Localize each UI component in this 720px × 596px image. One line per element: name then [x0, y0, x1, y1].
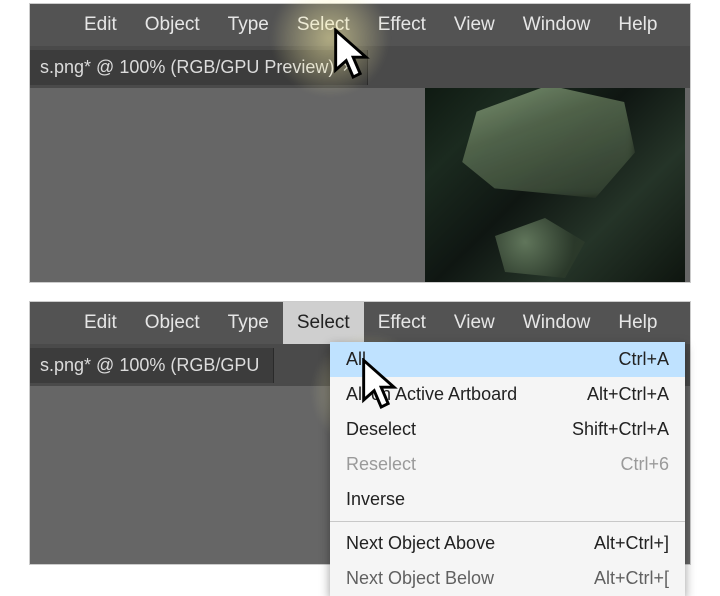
document-tab-label: s.png* @ 100% (RGB/GPU: [40, 355, 259, 376]
image-preview: [425, 88, 685, 282]
menu-separator: [330, 521, 685, 522]
document-tab[interactable]: s.png* @ 100% (RGB/GPU Preview) ×: [30, 50, 368, 85]
menu-item-label: Next Object Below: [346, 568, 494, 589]
menu-item-shortcut: Shift+Ctrl+A: [572, 419, 669, 440]
menu-item-reselect: Reselect Ctrl+6: [330, 447, 685, 482]
menu-help[interactable]: Help: [604, 302, 671, 344]
menu-object[interactable]: Object: [131, 302, 214, 344]
menu-edit[interactable]: Edit: [70, 302, 131, 344]
menu-item-label: Deselect: [346, 419, 416, 440]
menu-edit[interactable]: Edit: [70, 4, 131, 46]
menu-window[interactable]: Window: [509, 302, 605, 344]
menu-item-deselect[interactable]: Deselect Shift+Ctrl+A: [330, 412, 685, 447]
close-icon[interactable]: ×: [342, 57, 353, 78]
menu-type[interactable]: Type: [214, 4, 283, 46]
menu-effect[interactable]: Effect: [364, 4, 440, 46]
menu-effect[interactable]: Effect: [364, 302, 440, 344]
menu-item-label: All on Active Artboard: [346, 384, 517, 405]
menu-item-label: Next Object Above: [346, 533, 495, 554]
menu-help[interactable]: Help: [604, 4, 671, 46]
canvas-area-top: [30, 88, 690, 282]
menu-item-label: Reselect: [346, 454, 416, 475]
menu-select[interactable]: Select: [283, 4, 364, 46]
menu-item-shortcut: Alt+Ctrl+[: [594, 568, 669, 589]
panel-top: Edit Object Type Select Effect View Wind…: [30, 4, 690, 282]
menu-item-next-object-below[interactable]: Next Object Below Alt+Ctrl+[: [330, 561, 685, 596]
menubar-bottom: Edit Object Type Select Effect View Wind…: [30, 302, 690, 344]
document-tab-label: s.png* @ 100% (RGB/GPU Preview): [40, 57, 334, 78]
menu-item-shortcut: Alt+Ctrl+]: [594, 533, 669, 554]
menu-item-inverse[interactable]: Inverse: [330, 482, 685, 517]
menu-item-shortcut: Ctrl+6: [620, 454, 669, 475]
select-menu-dropdown: All Ctrl+A All on Active Artboard Alt+Ct…: [330, 342, 685, 596]
menu-item-all-on-active-artboard[interactable]: All on Active Artboard Alt+Ctrl+A: [330, 377, 685, 412]
menu-view[interactable]: View: [440, 4, 509, 46]
tabbar-top: s.png* @ 100% (RGB/GPU Preview) ×: [30, 46, 690, 88]
menubar-top: Edit Object Type Select Effect View Wind…: [30, 4, 690, 46]
menu-select[interactable]: Select: [283, 302, 364, 344]
menu-object[interactable]: Object: [131, 4, 214, 46]
menu-item-shortcut: Ctrl+A: [618, 349, 669, 370]
panel-bottom: Edit Object Type Select Effect View Wind…: [30, 302, 690, 564]
menu-type[interactable]: Type: [214, 302, 283, 344]
menu-item-label: All: [346, 349, 366, 370]
menu-view[interactable]: View: [440, 302, 509, 344]
menu-item-all[interactable]: All Ctrl+A: [330, 342, 685, 377]
menu-item-label: Inverse: [346, 489, 405, 510]
menu-item-shortcut: Alt+Ctrl+A: [587, 384, 669, 405]
menu-item-next-object-above[interactable]: Next Object Above Alt+Ctrl+]: [330, 526, 685, 561]
menu-window[interactable]: Window: [509, 4, 605, 46]
document-tab[interactable]: s.png* @ 100% (RGB/GPU: [30, 348, 274, 383]
